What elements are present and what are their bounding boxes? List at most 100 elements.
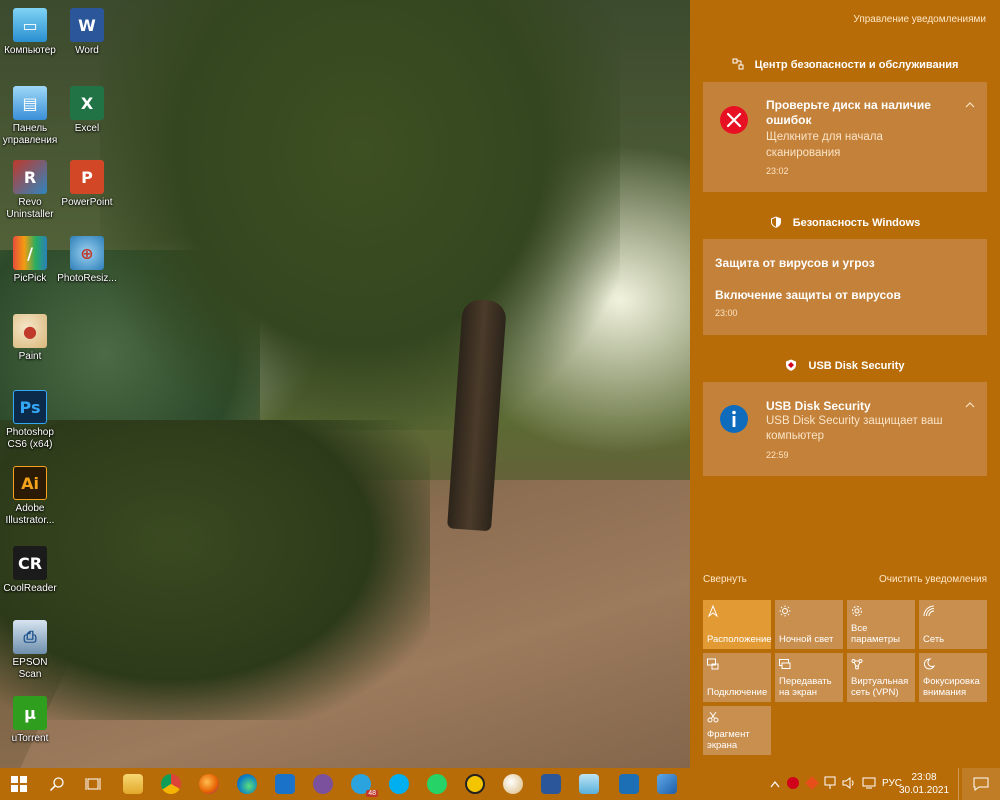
desktop-icon-illustrator[interactable]: Ai Adobe Illustrator... <box>0 466 60 527</box>
notification-time: 22:59 <box>766 450 789 460</box>
clock-date: 30.01.2021 <box>898 785 950 796</box>
quick-action-project[interactable]: Передавать на экран <box>775 653 843 702</box>
desktop-icon-epson-scan[interactable]: ⎙ EPSON Scan <box>0 620 60 681</box>
display-tray-icon[interactable] <box>862 776 876 790</box>
picpick-icon: / <box>13 236 47 270</box>
desktop-icon-computer[interactable]: ▭ Компьютер <box>0 8 60 57</box>
desktop-icon-coolreader[interactable]: CR CoolReader <box>0 546 60 595</box>
snip-icon <box>707 711 719 723</box>
notification-card-usb-disk-security[interactable]: USB Disk Security USB Disk Security защи… <box>703 382 987 476</box>
archive-icon <box>465 774 485 794</box>
quick-action-night-light[interactable]: Ночной свет <box>775 600 843 649</box>
desktop-icon-photoshop[interactable]: Ps Photoshop CS6 (x64) <box>0 390 60 451</box>
taskbar-app-firefox[interactable] <box>190 768 228 800</box>
viber-icon <box>313 774 333 794</box>
desktop-icon-word[interactable]: W Word <box>57 8 117 57</box>
photoshop-icon: Ps <box>13 390 47 424</box>
taskbar-app-edge[interactable] <box>228 768 266 800</box>
clock[interactable]: 23:08 30.01.2021 <box>893 771 955 797</box>
focus-assist-icon <box>923 658 935 670</box>
calculator-icon <box>619 774 639 794</box>
notification-body: Включение защиты от вирусов <box>715 288 901 302</box>
volume-icon[interactable] <box>842 776 856 790</box>
desktop-icon-powerpoint[interactable]: P PowerPoint <box>57 160 117 209</box>
network-tray-icon[interactable] <box>824 776 836 790</box>
mail-icon <box>275 774 295 794</box>
notification-card-virus-protection[interactable]: Защита от вирусов и угроз Включение защи… <box>703 239 987 335</box>
taskbar-app-chrome[interactable] <box>152 768 190 800</box>
project-icon <box>779 659 791 669</box>
skype-icon <box>389 774 409 794</box>
file-explorer-icon <box>123 774 143 794</box>
task-view-icon <box>85 778 101 790</box>
chevron-up-icon[interactable] <box>965 400 975 410</box>
photos-icon <box>657 774 677 794</box>
taskbar-app-notepad[interactable] <box>570 768 608 800</box>
desktop-icon-excel[interactable]: X Excel <box>57 86 117 135</box>
desktop-icon-revo-uninstaller[interactable]: R Revo Uninstaller <box>0 160 60 221</box>
collapse-button[interactable]: Свернуть <box>703 574 747 585</box>
quick-action-snip[interactable]: Фрагмент экрана <box>703 706 771 755</box>
wallpaper-bushes <box>0 420 430 720</box>
notification-time: 23:00 <box>715 308 738 318</box>
quick-action-all-settings[interactable]: Все параметры <box>847 600 915 649</box>
chevron-up-icon[interactable] <box>770 780 780 788</box>
taskbar-app-calculator[interactable] <box>610 768 648 800</box>
search-button[interactable] <box>38 768 76 800</box>
quick-action-focus-assist[interactable]: Фокусировка внимания <box>919 653 987 702</box>
usb-disk-security-icon <box>786 359 797 371</box>
security-maintenance-icon <box>732 58 744 70</box>
taskbar-app-archive[interactable] <box>456 768 494 800</box>
notification-body: Щелкните для начала сканирования <box>766 131 883 159</box>
taskbar-app-paint[interactable] <box>494 768 532 800</box>
wallpaper-tree-canopy <box>100 0 620 430</box>
quick-action-connect[interactable]: Подключение <box>703 653 771 702</box>
notification-group-header[interactable]: Центр безопасности и обслуживания <box>690 58 1000 71</box>
taskbar-app-photos[interactable] <box>648 768 686 800</box>
clock-time: 23:08 <box>911 772 937 783</box>
desktop-icon-photoresizer[interactable]: ⊕ PhotoResiz... <box>57 236 117 285</box>
network-icon <box>923 605 935 617</box>
desktop-icon-paint[interactable]: ● Paint <box>0 314 60 363</box>
connect-icon <box>707 658 719 670</box>
quick-action-vpn[interactable]: Виртуальная сеть (VPN) <box>847 653 915 702</box>
notification-title: Проверьте диск на наличие ошибок <box>766 98 931 127</box>
taskbar-app-whatsapp[interactable] <box>418 768 456 800</box>
taskbar-app-telegram[interactable]: 48 <box>342 768 380 800</box>
taskbar-app-word[interactable] <box>532 768 570 800</box>
chevron-up-icon[interactable] <box>965 100 975 110</box>
taskbar-app-file-explorer[interactable] <box>114 768 152 800</box>
taskbar-app-viber[interactable] <box>304 768 342 800</box>
taskbar-divider <box>958 768 959 800</box>
taskbar-app-skype[interactable] <box>380 768 418 800</box>
photoresizer-icon: ⊕ <box>70 236 104 270</box>
notification-group-header[interactable]: Безопасность Windows <box>690 216 1000 229</box>
taskbar-app-mail[interactable] <box>266 768 304 800</box>
quick-action-network[interactable]: Сеть <box>919 600 987 649</box>
start-button[interactable] <box>0 768 38 800</box>
quick-action-location[interactable]: Расположение <box>703 600 772 649</box>
notification-body: USB Disk Security защищает ваш компьютер <box>766 415 943 442</box>
task-view-button[interactable] <box>74 768 112 800</box>
usb-disk-security-tray-icon[interactable] <box>787 777 799 789</box>
utorrent-icon: µ <box>13 696 47 730</box>
error-icon <box>720 106 748 134</box>
desktop-icon-control-panel[interactable]: ▤ Панель управления <box>0 86 60 147</box>
clear-notifications-button[interactable]: Очистить уведомления <box>879 574 987 585</box>
paint-icon: ● <box>13 314 47 348</box>
computer-icon: ▭ <box>13 8 47 42</box>
notification-card-disk-check[interactable]: Проверьте диск на наличие ошибок Щелкнит… <box>703 82 987 192</box>
desktop-icon-utorrent[interactable]: µ uTorrent <box>0 696 60 745</box>
telegram-unread-badge: 48 <box>366 790 378 797</box>
notification-title: USB Disk Security <box>766 399 871 413</box>
shield-icon <box>770 216 781 228</box>
tray-app-icon[interactable] <box>805 776 819 790</box>
illustrator-icon: Ai <box>13 466 47 500</box>
manage-notifications-link[interactable]: Управление уведомлениями <box>853 14 986 25</box>
search-icon <box>49 777 64 792</box>
notification-group-header[interactable]: USB Disk Security <box>690 359 1000 372</box>
desktop-icon-picpick[interactable]: / PicPick <box>0 236 60 285</box>
whatsapp-icon <box>427 774 447 794</box>
action-center-button[interactable] <box>962 768 1000 800</box>
paint-app-icon <box>503 774 523 794</box>
